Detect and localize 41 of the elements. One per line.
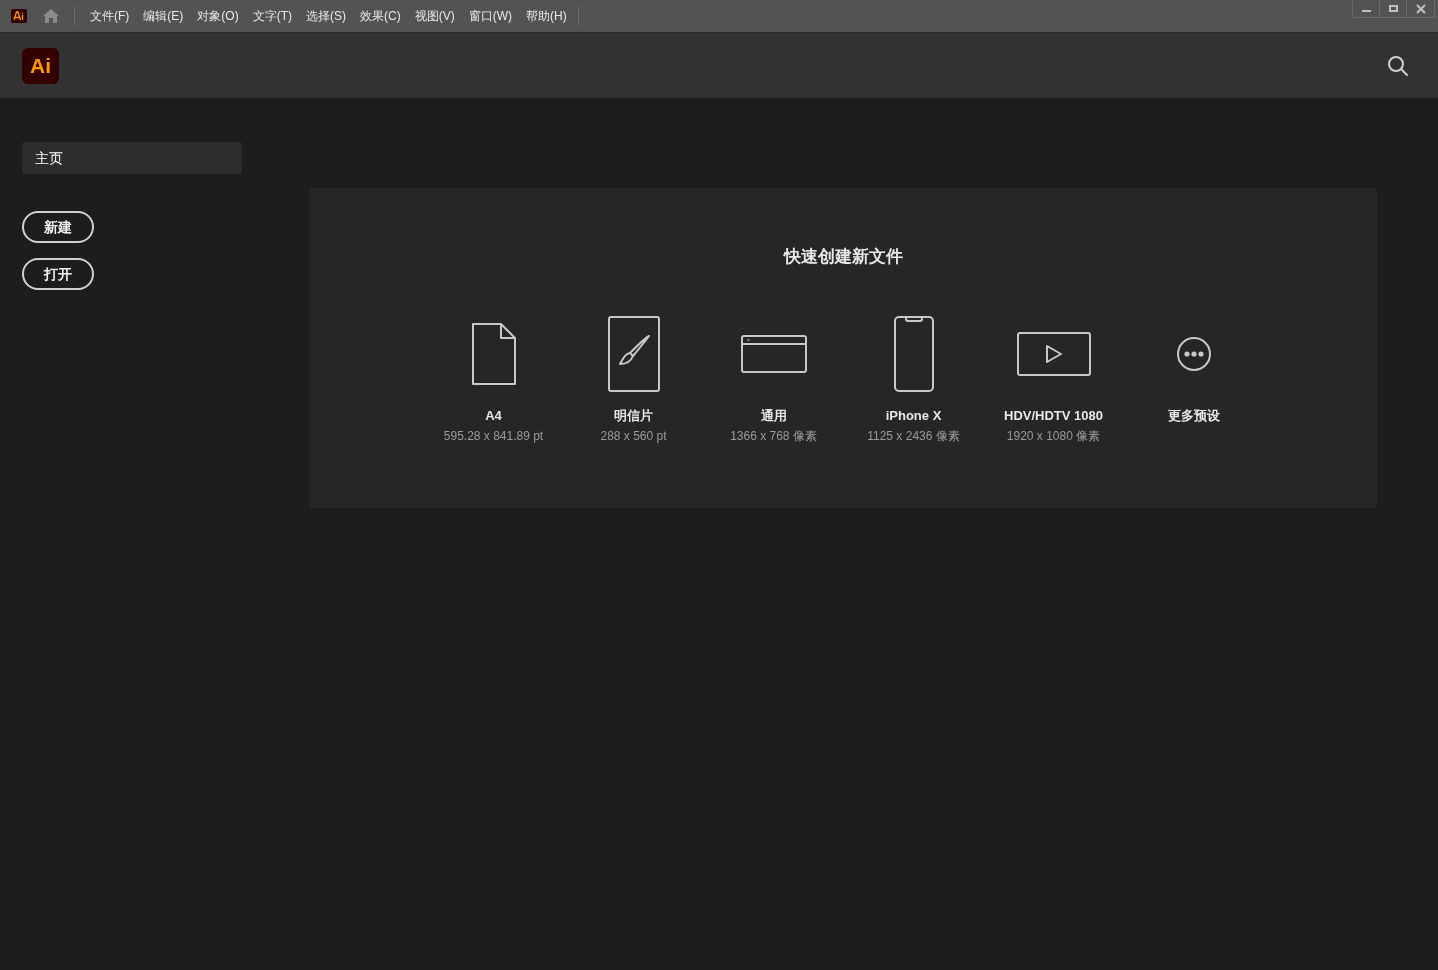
preset-size: 1125 x 2436 像素 [867,428,960,445]
search-icon[interactable] [1387,54,1409,77]
menu-item[interactable]: 选择(S) [299,7,353,25]
panel-title: 快速创建新文件 [784,246,903,268]
preset-size: 595.28 x 841.89 pt [443,428,544,445]
home-icon[interactable] [42,8,60,24]
app-logo-icon[interactable] [11,9,27,23]
preset-size: 1366 x 768 像素 [730,428,817,445]
menu-item[interactable]: 效果(C) [353,7,408,25]
sidebar-button[interactable]: 打开 [22,258,94,290]
phone-icon [893,315,934,392]
preset-name: A4 [485,406,502,425]
menu-item[interactable]: 文字(T) [245,7,299,25]
sidebar-button[interactable]: 新建 [22,211,94,243]
menu-item[interactable]: 窗口(W) [461,7,519,25]
browser-window-icon [740,334,807,373]
brush-icon [607,315,660,392]
preset-tile[interactable]: HDV/HDTV 1080 1920 x 1080 像素 [983,313,1124,445]
preset-size: 288 x 560 pt [600,428,667,445]
preset-name: iPhone X [885,406,942,425]
preset-size: 1920 x 1080 像素 [1006,428,1101,445]
preset-name: 更多预设 [1167,406,1220,425]
video-play-icon [1016,331,1091,376]
preset-tile[interactable]: A4 595.28 x 841.89 pt [423,313,564,445]
preset-name: 通用 [760,406,787,425]
preset-tile[interactable]: 明信片 288 x 560 pt [563,313,704,445]
sidebar-item[interactable]: 主页 [22,142,242,174]
preset-tile[interactable]: 通用 1366 x 768 像素 [703,313,844,445]
menu-item[interactable]: 视图(V) [407,7,462,25]
document-icon [470,321,517,386]
menu-item[interactable]: 文件(F) [83,7,137,25]
preset-name: 明信片 [614,406,653,425]
preset-tile[interactable]: 更多预设 [1123,313,1264,445]
close-icon [1415,3,1426,14]
menu-item[interactable]: 对象(O) [190,7,246,25]
app-logo: Ai [22,47,59,84]
menu-item[interactable]: 编辑(E) [136,7,191,25]
preset-tile[interactable]: iPhone X 1125 x 2436 像素 [843,313,984,445]
preset-name: HDV/HDTV 1080 [1004,406,1103,425]
menu-item[interactable]: 帮助(H) [519,7,574,25]
more-icon [1175,335,1212,372]
